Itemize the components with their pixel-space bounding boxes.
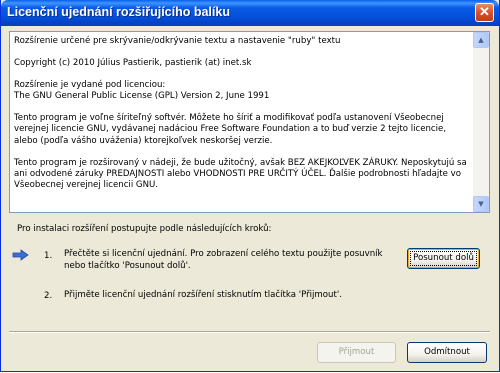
cancel-button-label: Odmítnout [424, 347, 470, 357]
license-dialog: Licenční ujednání rozšiřujícího balíku ✕… [0, 0, 500, 372]
instructions-label: Pro instalaci rozšíření postupujte podle… [17, 224, 272, 234]
step-text: Přijměte licenční ujednání rozšíření sti… [64, 290, 342, 300]
license-paragraph: Rozšírenie určené pre skrývanie/odkrývan… [14, 36, 341, 46]
step-text: Přečtěte si licenční ujednání. Pro zobra… [64, 249, 383, 271]
divider [9, 331, 490, 333]
scroll-up-button[interactable]: ▲ [473, 32, 489, 48]
scroll-down-button[interactable]: Posunout dolů [407, 248, 480, 269]
license-text-area[interactable]: Rozšírenie určené pre skrývanie/odkrývan… [9, 31, 490, 213]
license-paragraph: Tento program je voľne šíriteľný softvér… [14, 113, 447, 146]
title-bar[interactable]: Licenční ujednání rozšiřujícího balíku ✕ [1, 0, 499, 26]
scroll-down-arrow-button[interactable]: ▼ [473, 196, 489, 212]
license-paragraph: Tento program je rozširovaný v nádeji, ž… [14, 157, 467, 190]
vertical-scrollbar[interactable]: ▲ ▼ [473, 32, 489, 212]
license-paragraph: Copyright (c) 2010 Július Pastierik, pas… [14, 58, 252, 69]
focus-ring [410, 251, 477, 266]
chevron-up-icon: ▲ [478, 36, 484, 44]
license-paragraph: Rozšírenie je vydané pod licenciou: The … [14, 80, 270, 102]
chevron-down-icon: ▼ [478, 200, 484, 208]
step-number: 2. [44, 291, 53, 301]
arrow-right-icon [12, 249, 29, 261]
accept-button[interactable]: Přijmout [317, 342, 396, 363]
window-title: Licenční ujednání rozšiřujícího balíku [7, 5, 230, 19]
license-text: Rozšírenie určené pre skrývanie/odkrývan… [14, 36, 469, 202]
accept-button-label: Přijmout [338, 347, 375, 357]
close-icon: ✕ [479, 4, 490, 19]
step-number: 1. [44, 251, 53, 261]
close-button[interactable]: ✕ [475, 3, 494, 22]
cancel-button[interactable]: Odmítnout [407, 342, 487, 363]
